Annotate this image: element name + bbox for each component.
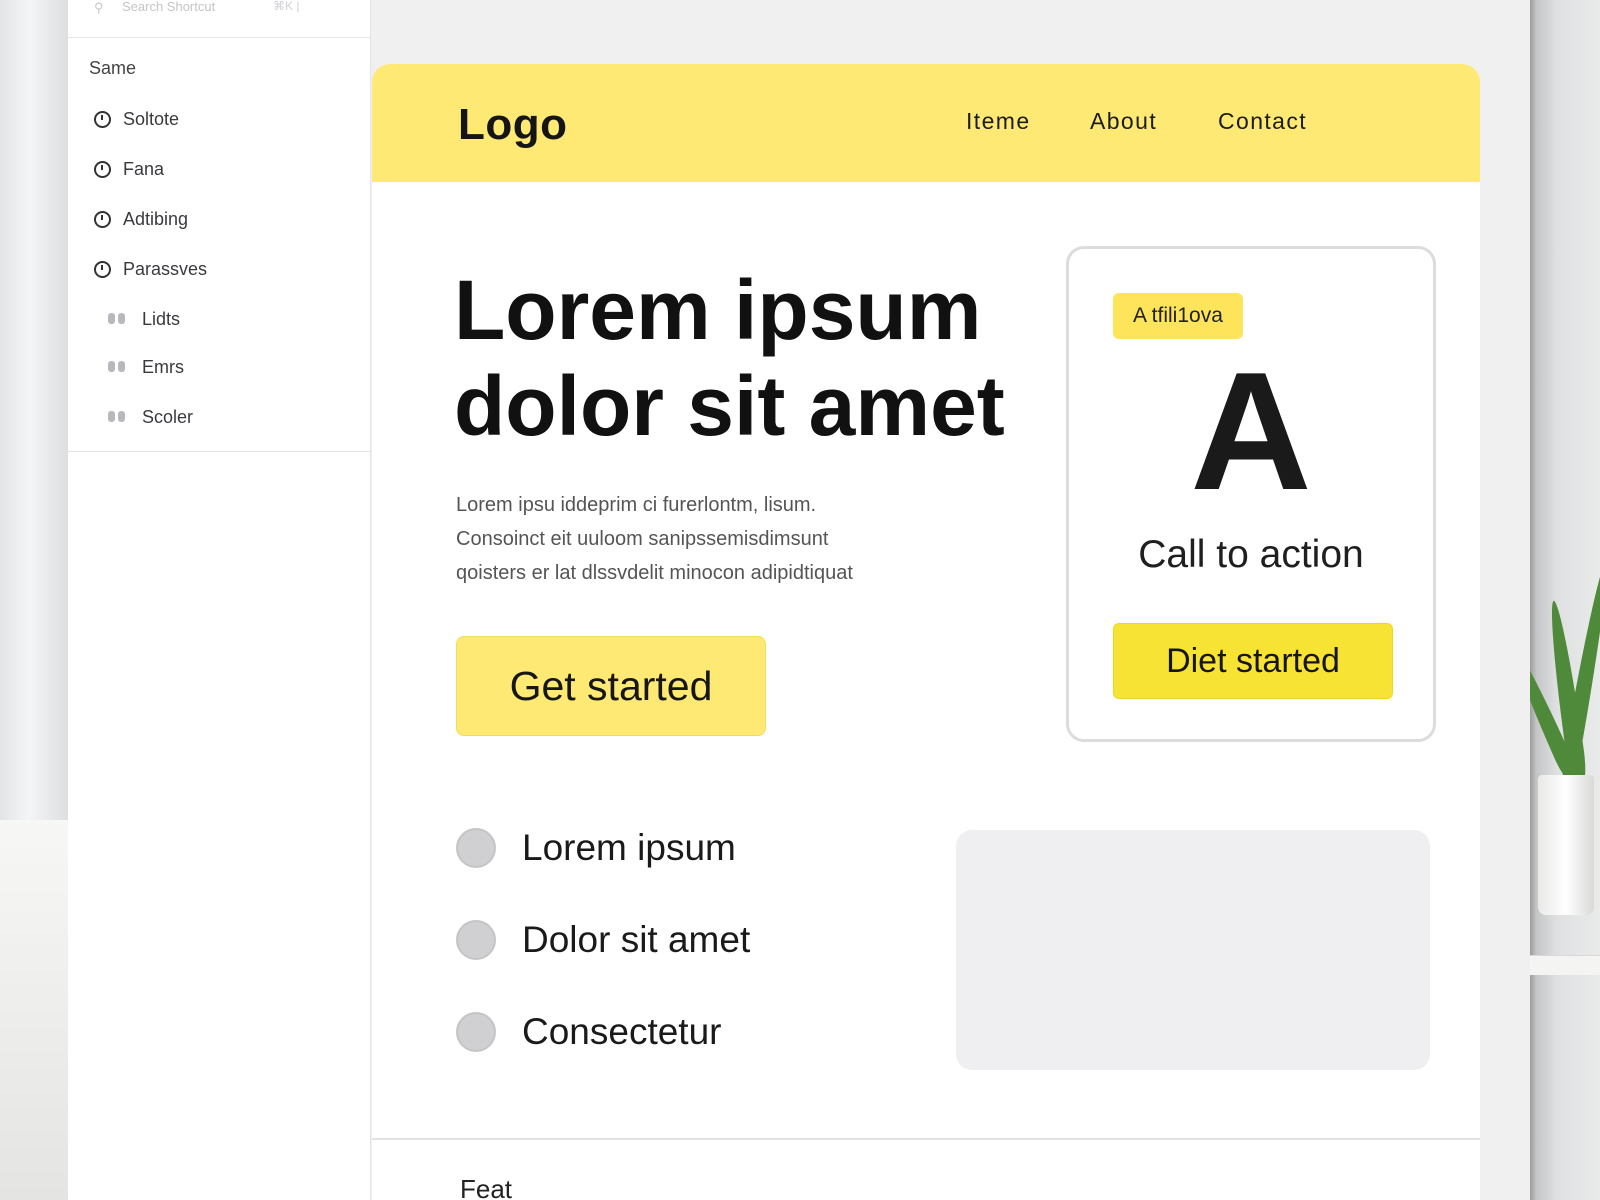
feature-item: Consectetur [456,1010,722,1054]
hero-body-line: Consoinct eit uuloom sanipssemisdimsunt [456,528,829,550]
sidebar-subitem-label: Lidts [142,308,181,329]
clock-icon [94,260,111,278]
toggle-icon [106,410,128,424]
app-window: ⚲ Search Shortcut ⌘K | Same Soltote Fana… [68,0,1530,1200]
sidebar-item-soltote[interactable]: Soltote [94,106,179,132]
background-shelf-area [1506,0,1600,1200]
clock-icon [94,160,111,178]
bullet-circle-icon [456,1012,496,1052]
feature-label: Consectetur [522,1011,722,1052]
hero-body: Lorem ipsu iddeprim ci furerlontm, lisum… [456,488,936,590]
logo[interactable]: Logo [458,100,568,150]
feature-label: Lorem ipsum [522,827,736,868]
hero-body-line: qoisters er lat dlssvdelit minocon adipi… [456,562,853,584]
header-bar: Logo Iteme About Contact [372,64,1480,182]
plant-pot [1538,775,1594,915]
hero-body-line: Lorem ipsu iddeprim ci furerlontm, lisum… [456,494,817,516]
sidebar-subitem-lidts[interactable]: Lidts [106,306,180,332]
shortcut-hint: ⌘K | [273,0,300,13]
search-input[interactable]: Search Shortcut [122,0,215,14]
cta-label: Call to action [1138,533,1364,576]
cta-button[interactable]: Diet started [1113,623,1393,699]
get-started-button[interactable]: Get started [456,636,766,736]
feature-label: Dolor sit amet [522,919,751,960]
sidebar-item-adtibing[interactable]: Adtibing [94,206,188,232]
landing-page: Logo Iteme About Contact Lorem ipsum dol… [372,64,1480,1200]
feature-item: Lorem ipsum [456,826,736,870]
sidebar-item-label: Parassves [123,258,208,279]
sidebar-divider [68,451,371,452]
hero-title-line: dolor sit amet [454,359,1005,453]
search-icon: ⚲ [94,0,104,15]
sidebar-item-parassves[interactable]: Parassves [94,256,207,282]
cta-card: A tfili1ova A Call to action Diet starte… [1066,246,1436,742]
feature-item: Dolor sit amet [456,918,750,962]
sidebar-subitem-scoler[interactable]: Scoler [106,404,193,430]
sidebar: ⚲ Search Shortcut ⌘K | Same Soltote Fana… [68,0,371,1200]
sidebar-section-title: Same [89,58,137,78]
cta-badge: A tfili1ova [1113,293,1243,339]
cta-big-letter: A [1190,337,1312,525]
clock-icon [94,110,111,128]
toggle-icon [106,360,128,374]
sidebar-subitem-emrs[interactable]: Emrs [106,354,184,380]
bullet-circle-icon [456,828,496,868]
sidebar-item-fana[interactable]: Fana [94,156,164,182]
sidebar-search[interactable]: ⚲ Search Shortcut ⌘K | [68,0,371,38]
background-window-sill [0,820,72,1200]
section-divider [372,1138,1480,1140]
sidebar-item-label: Adtibing [123,208,189,229]
sidebar-subitem-label: Scoler [142,406,194,427]
sidebar-subitem-label: Emrs [142,356,184,377]
image-placeholder [956,830,1430,1070]
sidebar-item-label: Fana [123,158,165,179]
nav-link-iteme[interactable]: Iteme [966,108,1031,135]
sidebar-item-label: Soltote [123,108,180,129]
nav-link-contact[interactable]: Contact [1218,108,1307,135]
toggle-icon [106,312,128,326]
bullet-circle-icon [456,920,496,960]
hero-title-line: Lorem ipsum [454,263,982,357]
clock-icon [94,210,111,228]
background-shelf [1528,955,1600,975]
nav-link-about[interactable]: About [1090,108,1157,135]
background-window-frame [0,0,72,1200]
footer-heading: Feat [460,1174,513,1200]
hero-title: Lorem ipsum dolor sit amet [454,262,1014,454]
